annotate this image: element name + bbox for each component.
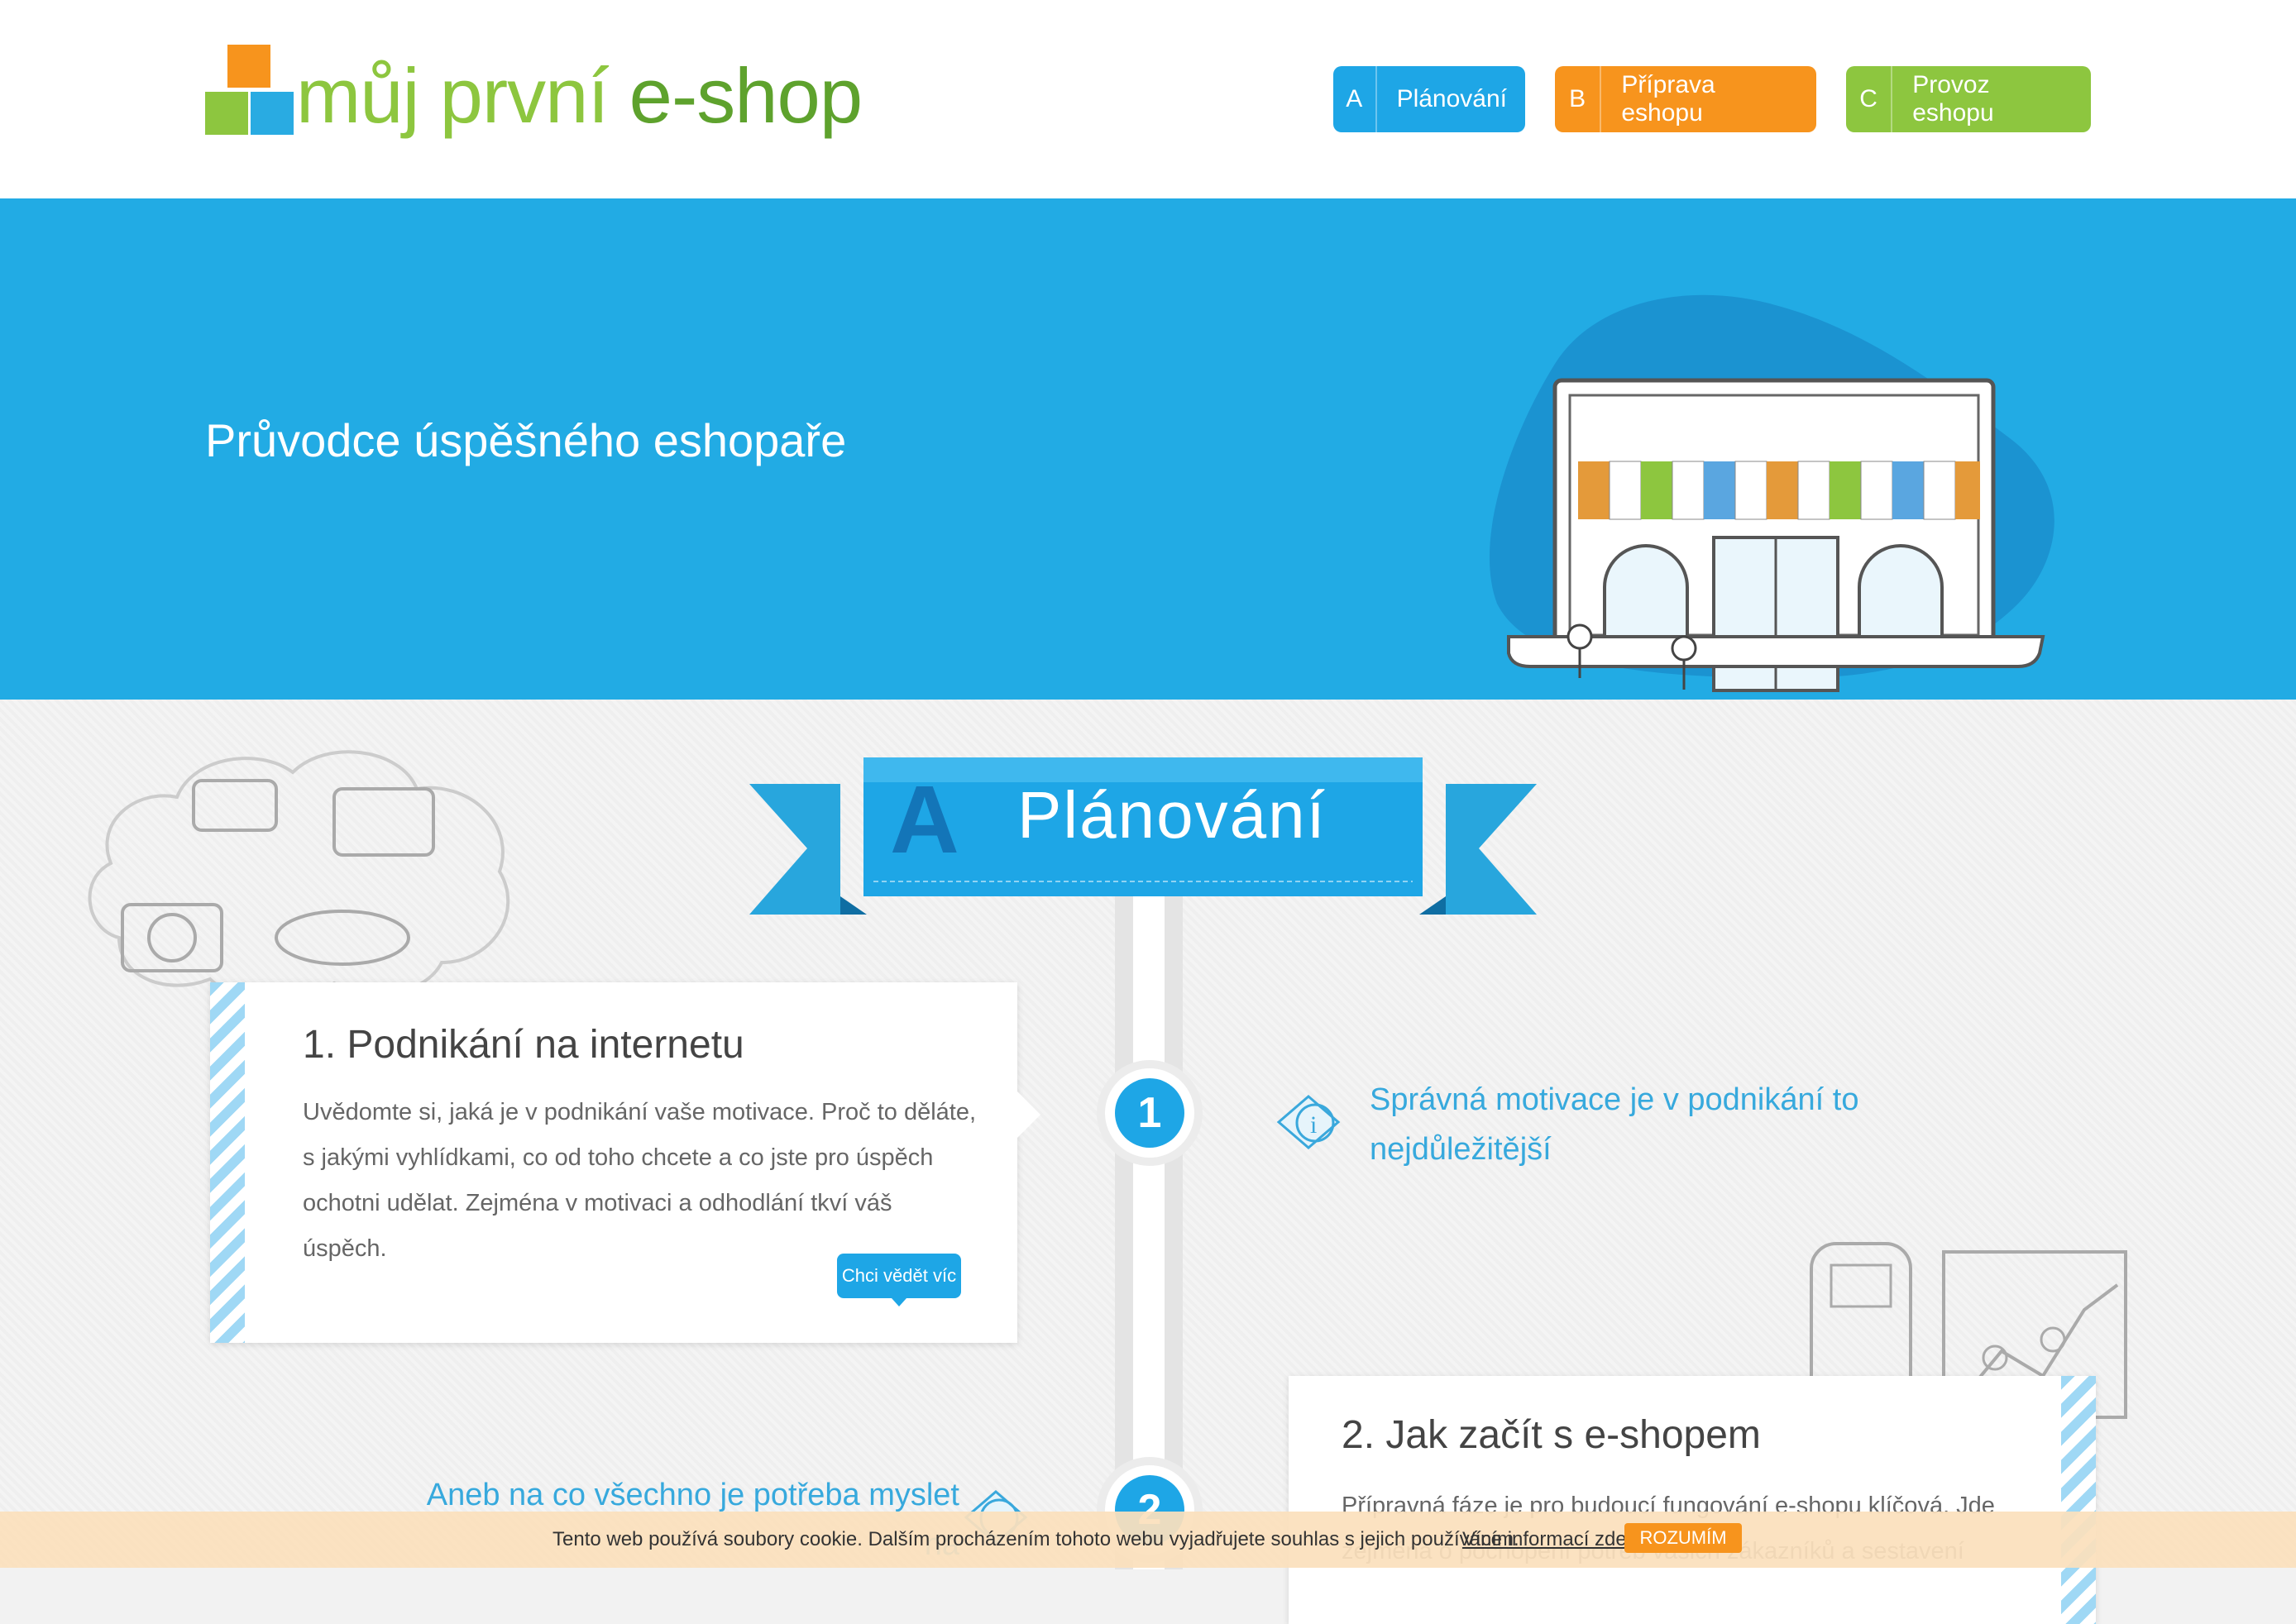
step-text: Uvědomte si, jaká je v podnikání vaše mo… [303,1099,977,1262]
eshop-storefront-illustration [1489,294,2054,692]
timeline-node-1: 1 [1097,1060,1203,1166]
cookie-text: Tento web používá soubory cookie. Dalším… [552,1528,1519,1550]
learn-more-button[interactable]: Chci vědět víc [837,1254,961,1306]
section-title: Plánování [1017,778,1327,852]
thought-cloud-products-icon [88,750,510,1002]
step-card-2: 2. Jak začít s e-shopem Přípravná fáze j… [1289,1376,2096,1624]
nav-planovani[interactable]: A Plánování [1333,66,1525,132]
site-header: můj první e-shop A Plánování B Příprava … [0,0,2296,198]
card-stripe [2061,1376,2096,1624]
cookie-accept-button[interactable]: ROZUMÍM [1624,1523,1742,1553]
nav-priprava[interactable]: B Příprava eshopu [1555,66,1816,132]
svg-text:i: i [1310,1111,1317,1139]
nav-label: Provoz eshopu [1912,71,1994,127]
step-tip: Správná motivace je v podnikání to nejdů… [1370,1082,1859,1167]
card-pointer [1016,1090,1040,1139]
hero-title: Průvodce úspěšného eshopaře [205,414,847,466]
cookie-bar: Tento web používá soubory cookie. Dalším… [0,1512,2296,1568]
step-number: 1 [1115,1078,1184,1148]
info-diamond-icon: i [1276,1095,1341,1149]
hero-banner: Průvodce úspěšného eshopaře [0,198,2296,700]
cookie-more-link[interactable]: Více informací zde [1462,1528,1627,1551]
step-title: 1. Podnikání na internetu [303,1023,744,1067]
card-stripe [210,982,245,1343]
nav-letter: A [1333,66,1377,132]
nav-letter: C [1846,66,1893,132]
nav-label: Příprava eshopu [1621,71,1715,127]
nav-label: Plánování [1396,85,1507,112]
section-letter: A [890,766,959,873]
step-title: 2. Jak začít s e-shopem [1342,1413,1761,1457]
logo-text: můj první e-shop [296,52,863,139]
nav-letter: B [1555,66,1602,132]
nav-provoz[interactable]: C Provoz eshopu [1846,66,2091,132]
logo-squares-icon [205,45,296,144]
